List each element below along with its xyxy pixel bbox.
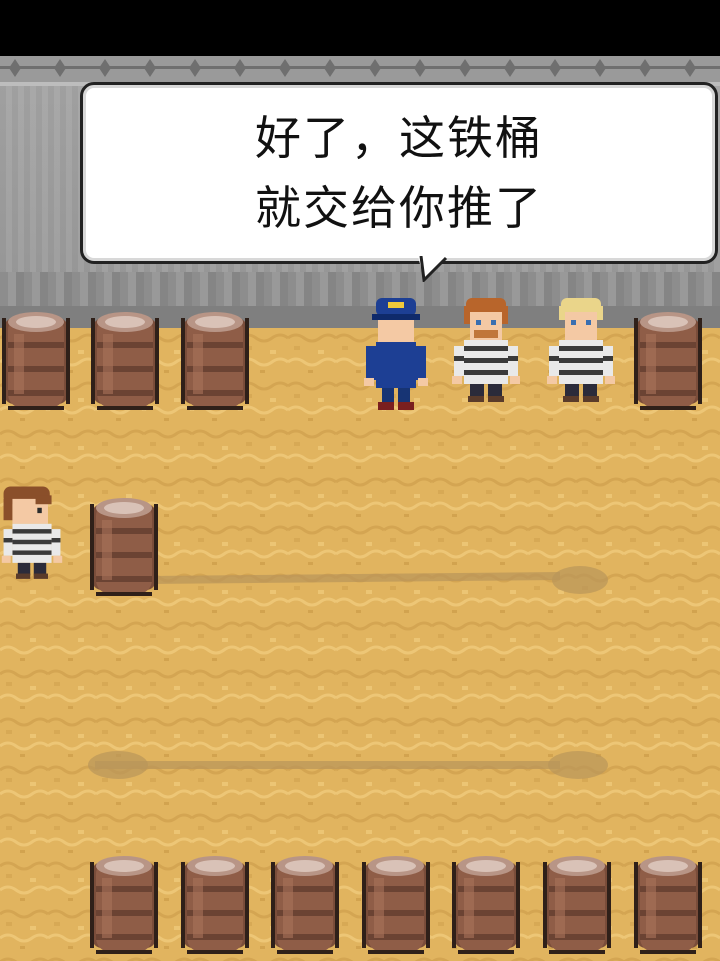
dialog-text: 好了，这铁桶 就交给你推了 [83, 85, 715, 261]
dialog-line-1: 好了，这铁桶 [255, 111, 543, 165]
barrel[interactable] [2, 308, 70, 412]
game-screen: 好了，这铁桶 就交给你推了 [0, 0, 720, 961]
barrel[interactable] [181, 308, 249, 412]
prisoner-sprite[interactable] [450, 296, 522, 416]
barrel[interactable] [91, 308, 159, 412]
barrel[interactable] [634, 852, 702, 956]
speech-bubble-tail [418, 256, 448, 282]
barrel[interactable] [90, 852, 158, 956]
guard-sprite[interactable] [360, 296, 432, 416]
barrel[interactable] [362, 852, 430, 956]
barrel[interactable] [90, 494, 158, 598]
player-prisoner-sprite[interactable] [0, 476, 64, 600]
top-black-bar [0, 0, 720, 56]
barrel[interactable] [634, 308, 702, 412]
speech-bubble[interactable]: 好了，这铁桶 就交给你推了 [80, 82, 718, 264]
dialog-line-2: 就交给你推了 [255, 181, 543, 235]
barrel[interactable] [543, 852, 611, 956]
barrel[interactable] [452, 852, 520, 956]
prisoner-sprite[interactable] [545, 296, 617, 416]
barrel[interactable] [181, 852, 249, 956]
barrel[interactable] [271, 852, 339, 956]
